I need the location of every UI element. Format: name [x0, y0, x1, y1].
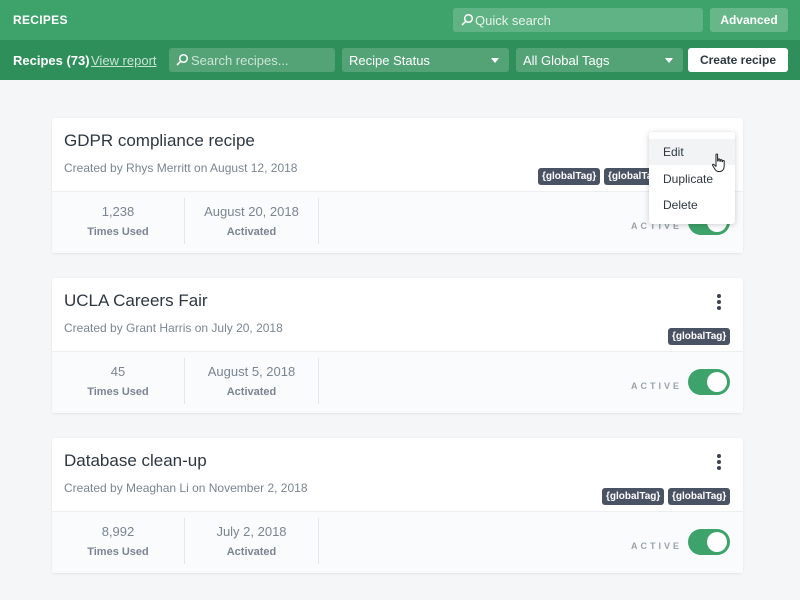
status-label: ACTIVE — [631, 381, 683, 391]
activated-value: August 20, 2018 — [204, 204, 299, 219]
times-used-stat: 1,238 Times Used — [52, 192, 184, 242]
view-report-link[interactable]: View report — [91, 53, 157, 68]
times-used-label: Times Used — [87, 386, 149, 398]
recipe-status-dropdown[interactable]: Recipe Status — [342, 48, 509, 72]
advanced-button[interactable]: Advanced — [710, 8, 788, 32]
recipe-title[interactable]: Database clean-up — [64, 451, 207, 471]
create-recipe-button[interactable]: Create recipe — [688, 48, 788, 72]
activated-value: August 5, 2018 — [207, 364, 296, 379]
recipe-status-value: Recipe Status — [349, 53, 430, 68]
activated-stat: August 20, 2018 Activated — [185, 192, 318, 242]
recipe-card: UCLA Careers Fair Created by Grant Harri… — [52, 278, 743, 413]
search-icon — [461, 13, 474, 26]
recipe-title[interactable]: GDPR compliance recipe — [64, 131, 255, 151]
activated-stat: July 2, 2018 Activated — [185, 512, 318, 562]
recipe-meta: Created by Rhys Merritt on August 12, 20… — [64, 161, 298, 175]
toggle-knob — [707, 372, 727, 392]
search-recipes-input[interactable]: Search recipes... — [169, 48, 335, 72]
more-options-icon[interactable] — [714, 454, 724, 470]
top-bar: RECIPES Quick search Advanced — [0, 0, 800, 40]
recipe-title[interactable]: UCLA Careers Fair — [64, 291, 208, 311]
recipe-card: Database clean-up Created by Meaghan Li … — [52, 438, 743, 573]
global-tag: {globalTag} — [668, 488, 731, 505]
recipe-stats: 1,238 Times Used August 20, 2018 Activat… — [52, 191, 743, 253]
active-toggle[interactable] — [688, 369, 730, 395]
global-tags-value: All Global Tags — [523, 53, 610, 68]
global-tag: {globalTag} — [668, 328, 731, 345]
hand-pointer-icon — [711, 153, 725, 172]
divider — [318, 358, 319, 404]
chevron-down-icon — [665, 58, 673, 63]
global-tags-dropdown[interactable]: All Global Tags — [516, 48, 683, 72]
activated-label: Activated — [226, 546, 277, 558]
times-used-stat: 8,992 Times Used — [52, 512, 184, 562]
status-label: ACTIVE — [631, 541, 683, 551]
times-used-label: Times Used — [87, 546, 149, 558]
activated-stat: August 5, 2018 Activated — [185, 352, 318, 402]
times-used-label: Times Used — [87, 226, 149, 238]
menu-item-delete[interactable]: Delete — [649, 192, 735, 218]
activated-label: Activated — [226, 226, 277, 238]
recipe-stats: 8,992 Times Used July 2, 2018 Activated … — [52, 511, 743, 573]
app-title: RECIPES — [13, 13, 68, 27]
search-recipes-placeholder: Search recipes... — [191, 53, 289, 68]
quick-search-placeholder: Quick search — [475, 13, 551, 28]
quick-search-input[interactable]: Quick search — [453, 8, 703, 32]
times-used-value: 45 — [110, 364, 126, 379]
search-icon — [176, 53, 189, 66]
more-options-icon[interactable] — [714, 294, 724, 310]
divider — [318, 198, 319, 244]
recipe-stats: 45 Times Used August 5, 2018 Activated A… — [52, 351, 743, 413]
global-tag: {globalTag} — [602, 488, 665, 505]
toggle-knob — [707, 532, 727, 552]
times-used-value: 1,238 — [101, 204, 135, 219]
times-used-value: 8,992 — [101, 524, 135, 539]
global-tag: {globalTag} — [538, 168, 601, 185]
divider — [318, 518, 319, 564]
chevron-down-icon — [491, 58, 499, 63]
recipe-card: GDPR compliance recipe Created by Rhys M… — [52, 118, 743, 253]
recipe-meta: Created by Meaghan Li on November 2, 201… — [64, 481, 308, 495]
activated-value: July 2, 2018 — [216, 524, 287, 539]
active-toggle[interactable] — [688, 529, 730, 555]
recipe-meta: Created by Grant Harris on July 20, 2018 — [64, 321, 283, 335]
context-menu: Edit Duplicate Delete — [649, 132, 735, 224]
toolbar: Recipes (73) View report Search recipes.… — [0, 40, 800, 80]
recipes-count: Recipes (73) — [13, 53, 90, 68]
activated-label: Activated — [226, 386, 277, 398]
times-used-stat: 45 Times Used — [52, 352, 184, 402]
